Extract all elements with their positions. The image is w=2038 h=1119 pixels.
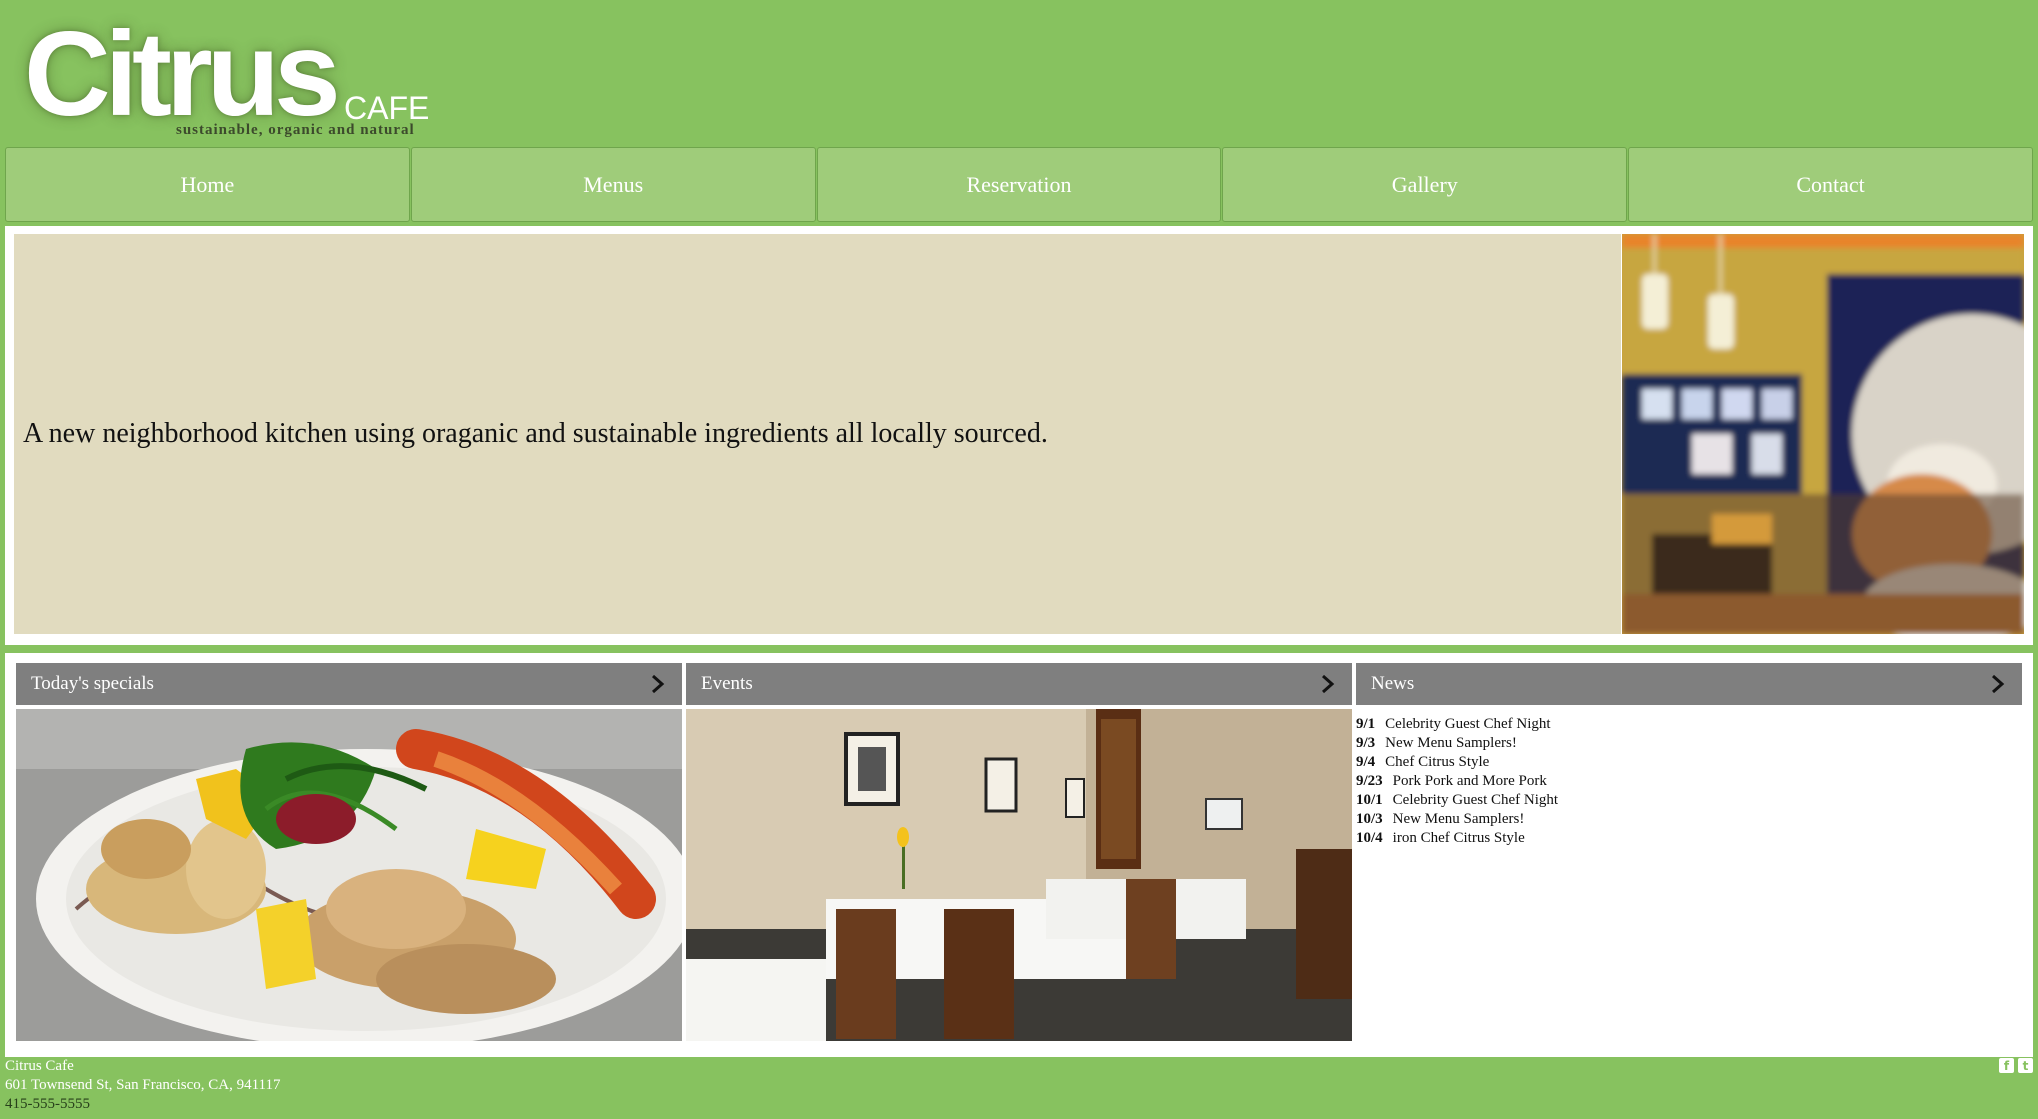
news-date: 10/1 <box>1356 792 1383 808</box>
footer-address: 601 Townsend St, San Francisco, CA, 9411… <box>5 1077 281 1093</box>
news-header[interactable]: News <box>1356 663 2022 705</box>
twitter-icon[interactable]: t <box>2018 1058 2033 1073</box>
feature-panels: Today's specials Events News 9/1 Celebri… <box>5 653 2033 1057</box>
chevron-right-icon <box>652 674 665 694</box>
events-panel: Events <box>686 663 1352 1041</box>
site-footer: Citrus Cafe 601 Townsend St, San Francis… <box>5 1057 2033 1114</box>
news-text: Chef Citrus Style <box>1385 754 1490 770</box>
hero-text-box: A new neighborhood kitchen using oragani… <box>14 234 1621 634</box>
specials-image[interactable] <box>16 709 682 1041</box>
nav-item-menus[interactable]: Menus <box>410 147 816 222</box>
logo-subtitle: CAFE <box>344 90 430 126</box>
news-item[interactable]: 9/23 Pork Pork and More Pork <box>1356 772 2022 791</box>
news-text: Pork Pork and More Pork <box>1392 773 1547 789</box>
footer-phone: 415-555-5555 <box>5 1096 90 1112</box>
news-body: 9/1 Celebrity Guest Chef Night 9/3 New Men… <box>1356 709 2022 1041</box>
main-nav: Home Menus Reservation Gallery Contact <box>5 147 2033 224</box>
news-item[interactable]: 10/4 iron Chef Citrus Style <box>1356 829 2022 848</box>
news-item[interactable]: 10/1 Celebrity Guest Chef Night <box>1356 791 2022 810</box>
nav-item-home[interactable]: Home <box>5 147 410 222</box>
specials-panel: Today's specials <box>16 663 682 1041</box>
kitchen-scene-illustration <box>1622 234 2024 634</box>
logo-wordmark: Citrus <box>24 7 341 141</box>
hero-kitchen-image <box>1622 234 2024 634</box>
footer-business-name: Citrus Cafe <box>5 1058 74 1074</box>
facebook-icon[interactable]: f <box>1999 1058 2014 1073</box>
events-image[interactable] <box>686 709 1352 1041</box>
specials-header[interactable]: Today's specials <box>16 663 682 705</box>
news-date: 9/3 <box>1356 735 1376 751</box>
news-list: 9/1 Celebrity Guest Chef Night 9/3 New Men… <box>1356 709 2022 848</box>
news-date: 9/1 <box>1356 716 1376 732</box>
news-item[interactable]: 9/3 New Menu Samplers! <box>1356 734 2022 753</box>
news-date: 10/3 <box>1356 811 1383 827</box>
hero-section: A new neighborhood kitchen using oragani… <box>5 226 2033 645</box>
social-links: f t <box>1999 1058 2033 1073</box>
news-text: Celebrity Guest Chef Night <box>1392 792 1559 808</box>
site-logo[interactable]: Citrus CAFE sustainable, organic and nat… <box>24 14 444 144</box>
nav-item-reservation[interactable]: Reservation <box>816 147 1222 222</box>
seafood-plate-illustration <box>16 709 682 1041</box>
news-panel: News 9/1 Celebrity Guest Chef Night 9/3 Ne… <box>1356 663 2022 1041</box>
news-date: 10/4 <box>1356 830 1383 846</box>
dining-room-illustration <box>686 709 1352 1041</box>
specials-title: Today's specials <box>31 673 154 694</box>
news-text: Celebrity Guest Chef Night <box>1385 716 1551 732</box>
news-title: News <box>1371 673 1415 694</box>
nav-item-gallery[interactable]: Gallery <box>1222 147 1628 222</box>
events-title: Events <box>701 673 753 694</box>
news-item[interactable]: 10/3 New Menu Samplers! <box>1356 810 2022 829</box>
news-item[interactable]: 9/4 Chef Citrus Style <box>1356 753 2022 772</box>
chevron-right-icon <box>1992 674 2005 694</box>
news-date: 9/23 <box>1356 773 1383 789</box>
hero-tagline: A new neighborhood kitchen using oragani… <box>23 418 1048 449</box>
news-text: New Menu Samplers! <box>1385 735 1517 751</box>
news-item[interactable]: 9/1 Celebrity Guest Chef Night <box>1356 715 2022 734</box>
chevron-right-icon <box>1322 674 1335 694</box>
news-text: iron Chef Citrus Style <box>1392 830 1525 846</box>
events-header[interactable]: Events <box>686 663 1352 705</box>
news-date: 9/4 <box>1356 754 1376 770</box>
news-text: New Menu Samplers! <box>1392 811 1525 827</box>
logo-tagline: sustainable, organic and natural <box>176 122 415 138</box>
nav-item-contact[interactable]: Contact <box>1628 147 2033 222</box>
